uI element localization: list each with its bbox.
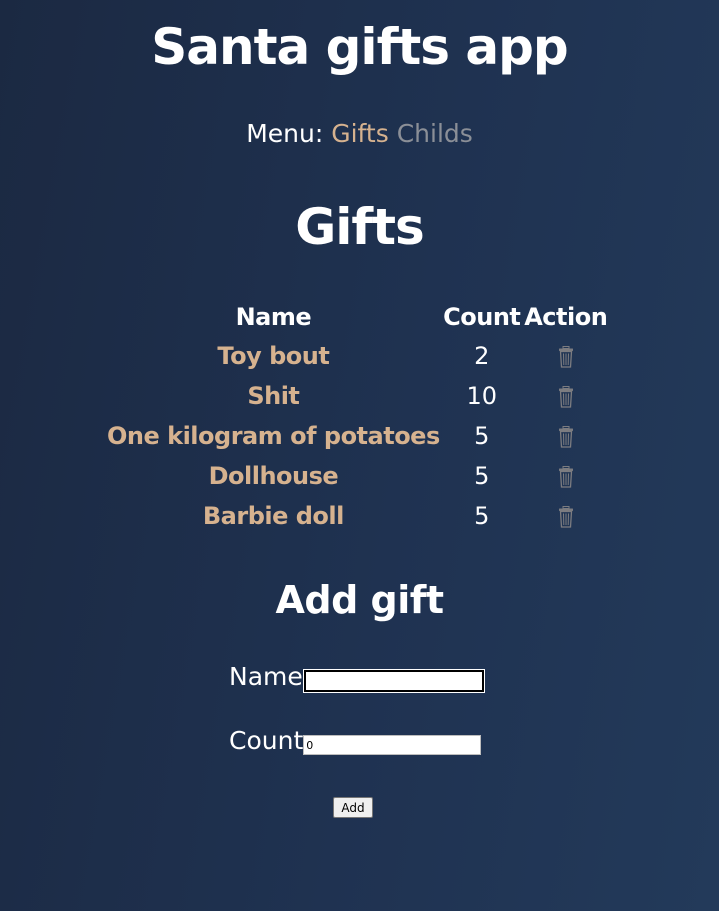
gift-name: One kilogram of potatoes <box>107 422 440 450</box>
gifts-section-title: Gifts <box>295 198 425 256</box>
table-row: Shit 10 <box>107 376 608 416</box>
table-row: Toy bout 2 <box>107 336 608 376</box>
trash-icon[interactable] <box>558 386 574 408</box>
name-label: Name <box>229 662 303 691</box>
menu-link-childs[interactable]: Childs <box>397 119 473 148</box>
trash-icon[interactable] <box>558 346 574 368</box>
gift-count: 5 <box>474 502 490 530</box>
add-button[interactable]: Add <box>333 797 373 818</box>
count-label: Count <box>229 726 304 755</box>
app-title: Santa gifts app <box>151 18 568 76</box>
gift-count: 5 <box>474 462 490 490</box>
gift-name: Shit <box>247 382 300 410</box>
column-header-count: Count <box>443 303 521 331</box>
menu: Menu: Gifts Childs <box>0 118 719 150</box>
menu-label: Menu: <box>246 119 324 148</box>
trash-icon[interactable] <box>558 426 574 448</box>
name-form-row: Name <box>229 660 485 694</box>
gift-name: Dollhouse <box>208 462 339 490</box>
trash-icon[interactable] <box>558 466 574 488</box>
gift-name: Barbie doll <box>202 502 344 530</box>
name-input[interactable] <box>302 669 485 693</box>
count-form-row: Count <box>229 724 482 758</box>
add-gift-title: Add gift <box>275 578 444 622</box>
gift-count: 5 <box>474 422 490 450</box>
gift-name: Toy bout <box>217 342 330 370</box>
table-row: One kilogram of potatoes 5 <box>107 416 608 456</box>
table-header-row: Name Count Action <box>107 298 608 336</box>
gifts-table: Name Count Action Toy bout 2 Shit 10 One… <box>107 298 608 536</box>
column-header-name: Name <box>235 303 312 331</box>
table-row: Barbie doll 5 <box>107 496 608 536</box>
trash-icon[interactable] <box>558 506 574 528</box>
count-input[interactable] <box>303 735 482 755</box>
gift-count: 2 <box>474 342 490 370</box>
table-row: Dollhouse 5 <box>107 456 608 496</box>
menu-link-gifts[interactable]: Gifts <box>331 119 389 148</box>
gift-count: 10 <box>466 382 498 410</box>
column-header-action: Action <box>524 303 608 331</box>
